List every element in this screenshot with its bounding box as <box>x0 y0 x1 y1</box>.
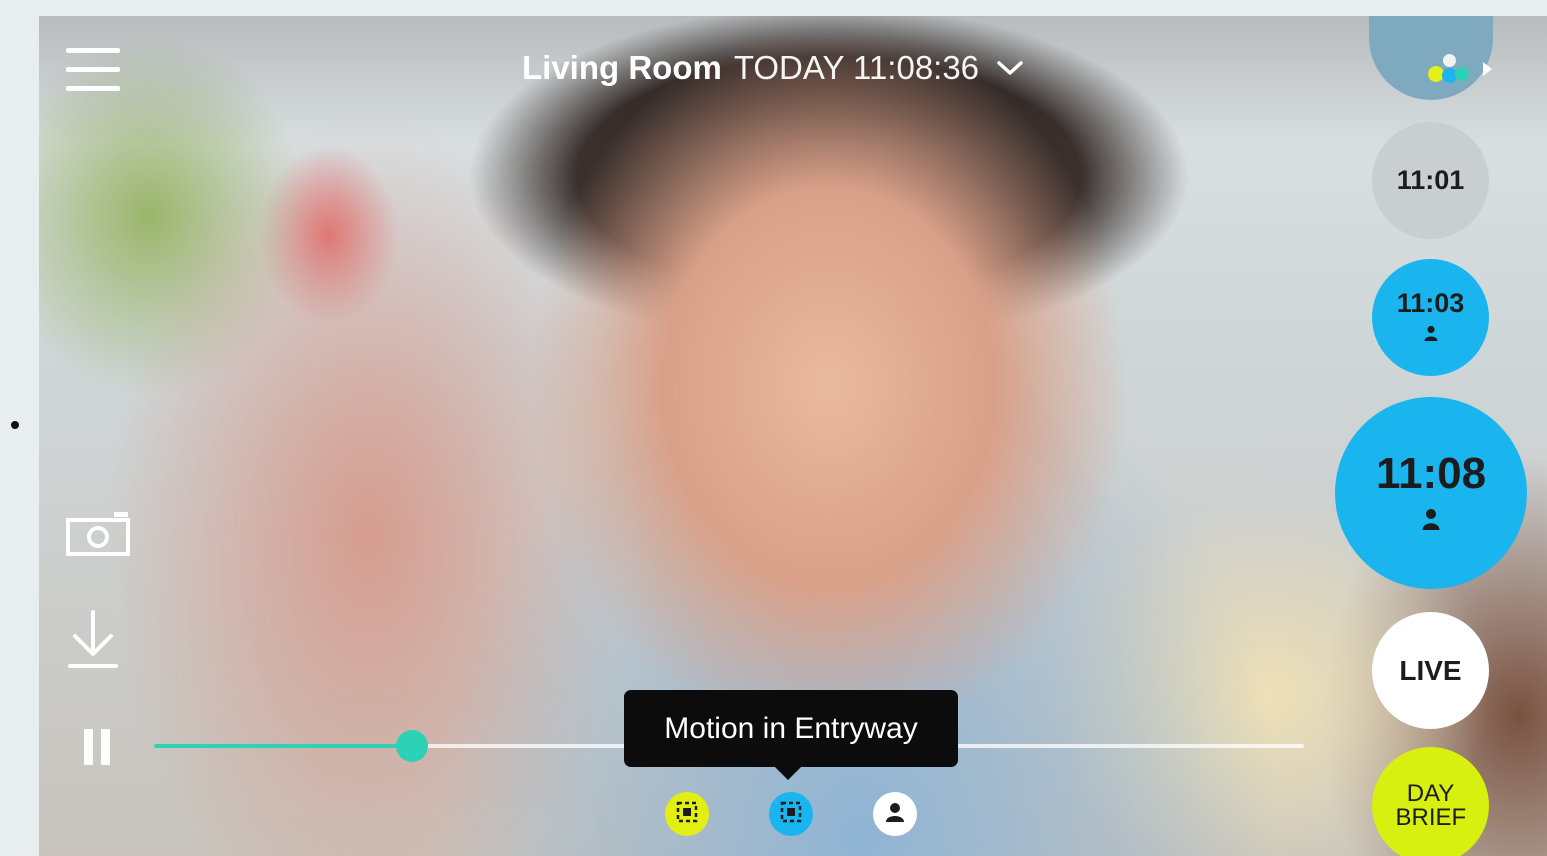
person-icon <box>1422 508 1440 535</box>
camera-title-dropdown[interactable]: Living Room TODAY 11:08:36 <box>522 46 1023 90</box>
event-tooltip: Motion in Entryway <box>624 690 958 780</box>
hamburger-menu-icon[interactable] <box>66 48 120 92</box>
avatar-dot-green <box>1455 67 1469 81</box>
person-icon <box>1424 325 1438 346</box>
event-motion-zone-yellow[interactable] <box>665 792 709 836</box>
clip-button-1108[interactable]: 11:08 <box>1335 397 1527 589</box>
snapshot-button[interactable] <box>66 511 132 562</box>
clip-button-1103[interactable]: 11:03 <box>1372 259 1489 376</box>
download-icon <box>66 610 120 674</box>
chevron-down-icon <box>997 60 1023 76</box>
day-brief-button[interactable]: DAY BRIEF <box>1372 747 1489 856</box>
list-bullet <box>11 421 19 429</box>
pause-button[interactable] <box>84 729 114 765</box>
clip-button-1101[interactable]: 11:01 <box>1372 122 1489 239</box>
camera-name: Living Room <box>522 49 722 86</box>
clip-time: 11:01 <box>1396 165 1465 195</box>
event-person[interactable] <box>873 792 917 836</box>
download-button[interactable] <box>66 610 120 675</box>
motion-zone-icon <box>779 800 803 829</box>
avatar-dot-white <box>1443 54 1456 67</box>
clip-time: 11:03 <box>1396 287 1465 318</box>
person-icon <box>884 800 906 829</box>
motion-zone-icon <box>675 800 699 829</box>
scrubber-progress <box>154 744 412 748</box>
playback-timestamp: TODAY 11:08:36 <box>733 49 980 86</box>
live-label: LIVE <box>1399 654 1462 686</box>
event-motion-zone-blue[interactable] <box>769 792 813 836</box>
scrubber-handle[interactable] <box>396 730 428 762</box>
play-arrow-icon <box>1483 62 1492 76</box>
camera-icon <box>66 512 132 561</box>
day-brief-label: DAY BRIEF <box>1395 779 1467 831</box>
camera-video-viewer[interactable]: Living Room TODAY 11:08:36 11:01 11:03 1… <box>39 16 1547 856</box>
clip-time: 11:08 <box>1375 448 1487 498</box>
live-button[interactable]: LIVE <box>1372 612 1489 729</box>
event-tooltip-text: Motion in Entryway <box>664 711 918 745</box>
